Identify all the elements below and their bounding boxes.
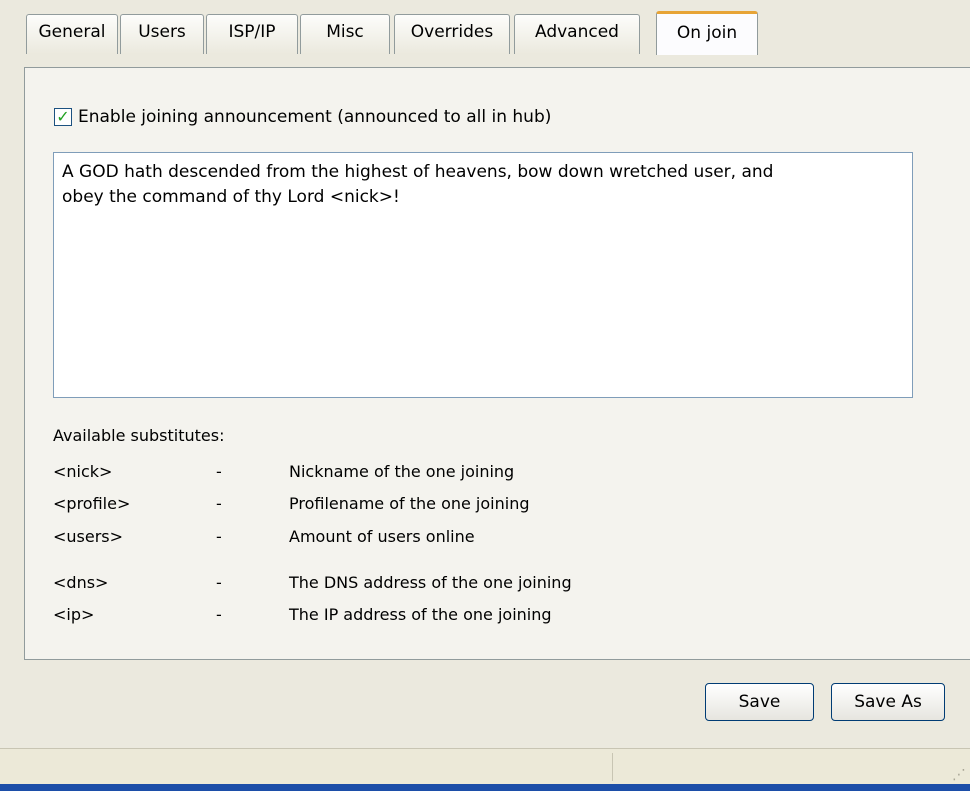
tab-isp-ip[interactable]: ISP/IP xyxy=(206,14,298,54)
save-as-button[interactable]: Save As xyxy=(831,683,945,721)
tab-users[interactable]: Users xyxy=(120,14,204,54)
substitutes-title: Available substitutes: xyxy=(53,426,225,445)
substitute-row-profile: <profile> - Profilename of the one joini… xyxy=(53,494,673,518)
tab-advanced[interactable]: Advanced xyxy=(514,14,640,54)
tab-overrides[interactable]: Overrides xyxy=(394,14,510,54)
substitute-dash: - xyxy=(216,573,222,592)
resize-grip-icon[interactable]: ⋰ xyxy=(952,767,966,783)
enable-announcement-checkbox[interactable]: ✓ xyxy=(54,108,72,126)
tab-on-join[interactable]: On join xyxy=(656,11,758,55)
substitute-code: <nick> xyxy=(53,462,113,481)
taskbar-edge xyxy=(0,784,970,791)
save-button[interactable]: Save xyxy=(705,683,814,721)
substitute-row-nick: <nick> - Nickname of the one joining xyxy=(53,462,673,486)
substitute-description: Profilename of the one joining xyxy=(289,494,530,513)
tab-misc[interactable]: Misc xyxy=(300,14,390,54)
substitute-description: The IP address of the one joining xyxy=(289,605,552,624)
substitute-description: The DNS address of the one joining xyxy=(289,573,572,592)
enable-announcement-label[interactable]: Enable joining announcement (announced t… xyxy=(78,107,551,127)
announcement-message-textarea[interactable]: A GOD hath descended from the highest of… xyxy=(53,152,913,398)
substitute-dash: - xyxy=(216,494,222,513)
substitute-code: <dns> xyxy=(53,573,109,592)
substitute-row-users: <users> - Amount of users online xyxy=(53,527,673,551)
substitute-row-ip: <ip> - The IP address of the one joining xyxy=(53,605,673,629)
tab-general[interactable]: General xyxy=(26,14,118,54)
substitute-description: Amount of users online xyxy=(289,527,475,546)
status-divider xyxy=(612,753,613,781)
substitute-code: <users> xyxy=(53,527,124,546)
substitute-dash: - xyxy=(216,605,222,624)
substitute-dash: - xyxy=(216,462,222,481)
substitute-code: <ip> xyxy=(53,605,95,624)
substitute-description: Nickname of the one joining xyxy=(289,462,515,481)
substitute-code: <profile> xyxy=(53,494,131,513)
checkmark-icon: ✓ xyxy=(56,107,70,126)
substitute-row-dns: <dns> - The DNS address of the one joini… xyxy=(53,573,673,597)
enable-announcement-row[interactable]: ✓ Enable joining announcement (announced… xyxy=(54,103,551,131)
substitute-dash: - xyxy=(216,527,222,546)
status-bar: ⋰ xyxy=(0,748,970,785)
